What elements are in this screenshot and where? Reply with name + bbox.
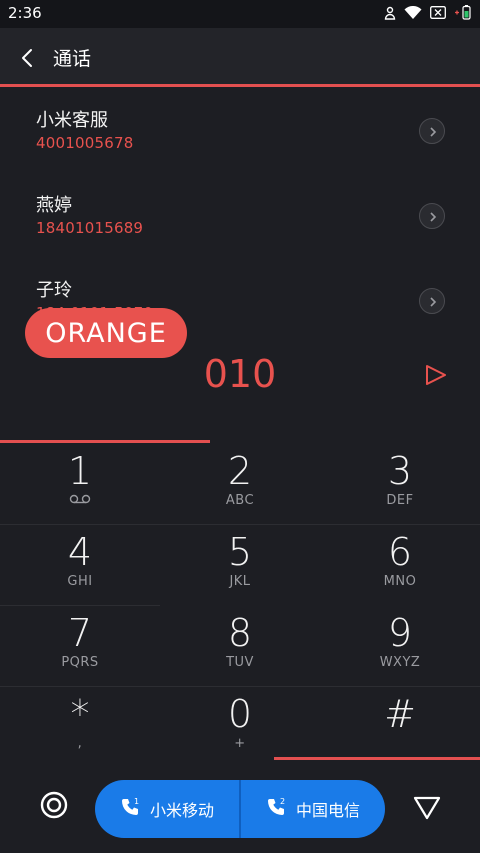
key-letters: WXYZ — [379, 655, 421, 670]
contact-name: 小米客服 — [36, 110, 108, 131]
contact-row[interactable]: 燕婷 18401015689 — [0, 172, 480, 257]
battery-charging-icon — [454, 5, 472, 20]
key-letters: MNO — [383, 574, 417, 589]
key-0[interactable]: 0 + — [160, 686, 320, 767]
key-digit: 2 — [227, 449, 253, 493]
dial-keypad: 1 2 ABC 3 DEF 4 GHI 5 JKL 6 MNO 7 PQRS 8… — [0, 443, 480, 768]
key-letters: , — [77, 736, 83, 751]
sim2-label: 中国电信 — [295, 801, 360, 820]
key-digit: 8 — [227, 611, 253, 655]
key-letters: PQRS — [61, 655, 99, 670]
key-3[interactable]: 3 DEF — [320, 443, 480, 524]
key-8[interactable]: 8 TUV — [160, 605, 320, 686]
sim-call-buttons: 1 小米移动 2 中国电信 — [95, 780, 385, 838]
chevron-right-icon — [430, 212, 437, 222]
key-digit: 0 — [227, 692, 253, 736]
header: 通话 — [0, 28, 480, 86]
key-hash[interactable]: # — [320, 686, 480, 767]
key-digit: 6 — [387, 530, 413, 574]
key-digit: 4 — [67, 530, 93, 574]
chevron-right-icon — [430, 127, 437, 137]
key-digit: 5 — [227, 530, 253, 574]
contact-suggestion-list: 小米客服 4001005678 燕婷 18401015689 子玲 184 01… — [0, 87, 480, 342]
assistant-button[interactable] — [39, 790, 69, 820]
chevron-left-icon — [22, 49, 32, 67]
key-letters: TUV — [226, 655, 254, 670]
back-button[interactable] — [14, 44, 42, 72]
key-letters: ABC — [225, 493, 255, 508]
keypad-accent-line-right — [274, 757, 480, 760]
key-1[interactable]: 1 — [0, 443, 160, 524]
key-letters: + — [234, 736, 246, 751]
voicemail-icon — [0, 493, 160, 509]
status-icons — [384, 5, 472, 20]
key-letters: JKL — [229, 574, 251, 589]
hide-keypad-button[interactable] — [412, 794, 442, 822]
contact-number: 4001005678 — [36, 134, 134, 152]
play-triangle-icon[interactable] — [423, 362, 449, 388]
page-title: 通话 — [53, 48, 92, 70]
key-9[interactable]: 9 WXYZ — [320, 605, 480, 686]
key-letters: DEF — [386, 493, 414, 508]
key-5[interactable]: 5 JKL — [160, 524, 320, 605]
key-2[interactable]: 2 ABC — [160, 443, 320, 524]
call-sim2-button[interactable]: 2 中国电信 — [241, 780, 385, 838]
contact-row[interactable]: 小米客服 4001005678 — [0, 87, 480, 172]
target-circle-icon — [40, 791, 68, 819]
key-digit: 7 — [67, 611, 93, 655]
triangle-down-icon — [413, 796, 441, 820]
alarm-person-icon — [384, 6, 396, 20]
key-6[interactable]: 6 MNO — [320, 524, 480, 605]
sim1-label: 小米移动 — [149, 801, 214, 820]
contact-detail-button[interactable] — [419, 118, 445, 144]
call-sim1-button[interactable]: 1 小米移动 — [95, 780, 239, 838]
contact-number: 18401015689 — [36, 219, 144, 237]
dialed-number-display[interactable]: 010 — [0, 352, 480, 402]
phone-sim2-icon: 2 — [266, 796, 288, 822]
key-digit: * — [70, 692, 90, 736]
status-bar: 2:36 — [0, 0, 480, 28]
sim2-index: 2 — [280, 797, 285, 806]
wifi-icon — [404, 5, 422, 20]
sim-off-icon — [430, 6, 446, 19]
sim1-index: 1 — [134, 797, 139, 806]
chevron-right-icon — [430, 297, 437, 307]
contact-detail-button[interactable] — [419, 288, 445, 314]
key-7[interactable]: 7 PQRS — [0, 605, 160, 686]
contact-name: 燕婷 — [36, 195, 72, 216]
dial-action-bar: 1 小米移动 2 中国电信 — [0, 768, 480, 853]
status-time: 2:36 — [8, 4, 42, 22]
orange-badge: ORANGE — [25, 308, 187, 358]
contact-detail-button[interactable] — [419, 203, 445, 229]
key-star[interactable]: * , — [0, 686, 160, 767]
key-letters: GHI — [67, 574, 93, 589]
key-digit: 3 — [387, 449, 413, 493]
contact-name: 子玲 — [36, 280, 72, 301]
phone-sim1-icon: 1 — [120, 796, 142, 822]
key-digit: 1 — [67, 449, 93, 493]
key-digit: 9 — [387, 611, 413, 655]
key-4[interactable]: 4 GHI — [0, 524, 160, 605]
key-digit: # — [384, 692, 416, 736]
